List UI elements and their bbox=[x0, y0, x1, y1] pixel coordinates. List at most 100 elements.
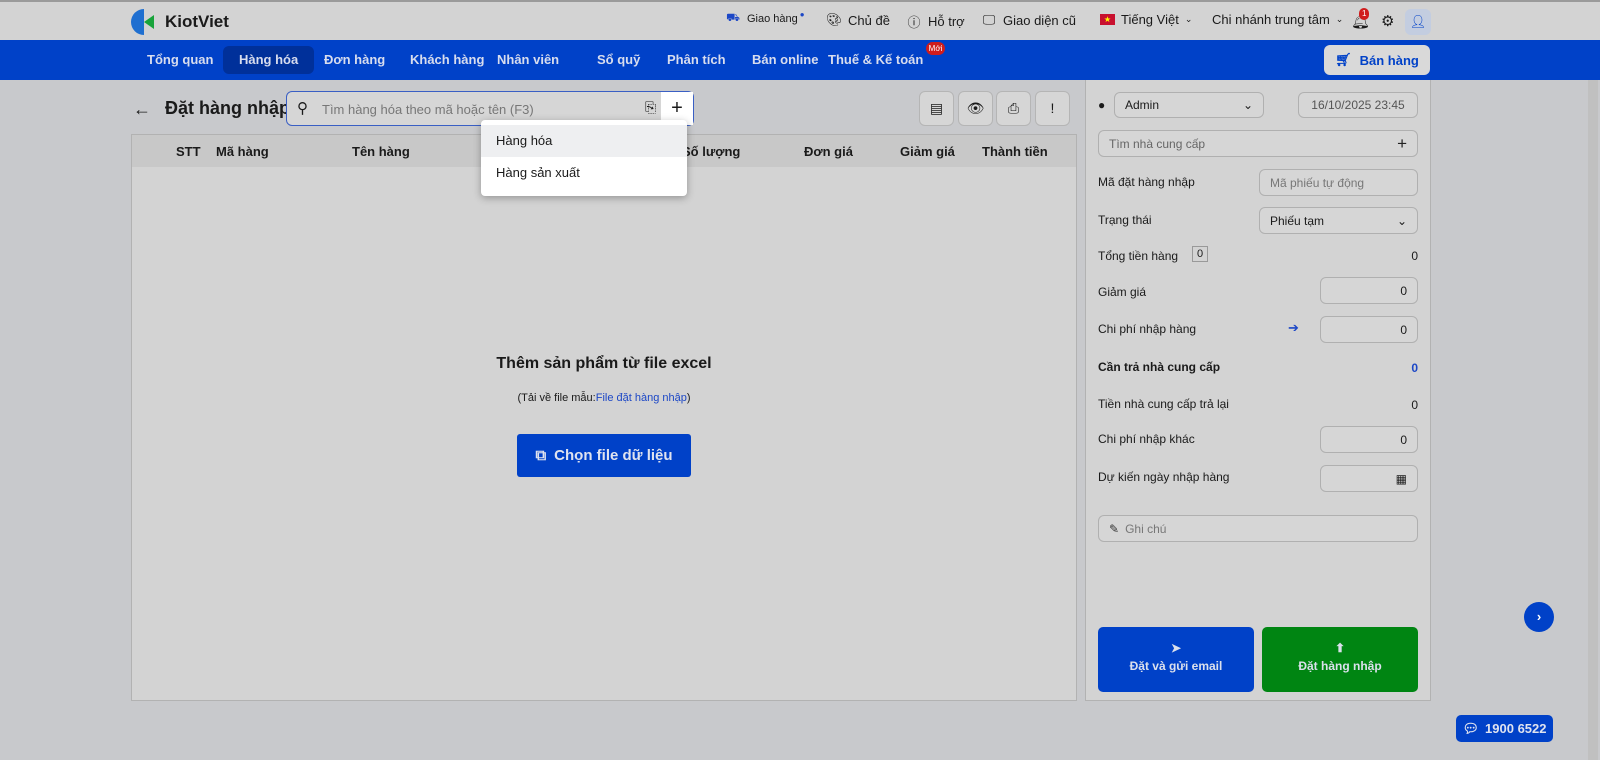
info-button[interactable]: ! bbox=[1035, 91, 1070, 126]
import-file-icon[interactable]: ⎘ bbox=[645, 99, 656, 116]
col-discount: Giảm giá bbox=[900, 144, 955, 159]
eye-icon: 👁︎ bbox=[966, 100, 985, 116]
scrollbar[interactable] bbox=[1588, 42, 1598, 760]
language-select[interactable]: ★ Tiếng Việt ⌄ bbox=[1100, 12, 1192, 27]
menu-item-manufactured[interactable]: Hàng sản xuất bbox=[481, 157, 687, 189]
add-supplier-icon[interactable]: + bbox=[1397, 134, 1407, 154]
col-code: Mã hàng bbox=[216, 144, 269, 159]
nav-cashbook[interactable]: Sổ quỹ bbox=[581, 46, 656, 74]
chevron-right-icon: › bbox=[1536, 609, 1542, 624]
kiotviet-logo-icon bbox=[131, 9, 157, 35]
total-value: 0 bbox=[1411, 249, 1418, 263]
theme-label: Chủ đề bbox=[848, 12, 890, 28]
template-prefix: (Tải về file mẫu: bbox=[517, 392, 596, 404]
total-label: Tổng tiền hàng bbox=[1098, 249, 1179, 263]
nav-staff[interactable]: Nhân viên bbox=[481, 46, 575, 74]
payable-label: Cần trả nhà cung cấp bbox=[1098, 360, 1221, 374]
delivery-link[interactable]: ⛟ Giao hàng ● bbox=[725, 9, 805, 26]
search-input[interactable]: Tìm hàng hóa theo mã hoặc tên (F3) bbox=[322, 102, 534, 117]
col-unit-price: Đơn giá bbox=[804, 144, 853, 159]
page-title: Đặt hàng nhập bbox=[165, 98, 290, 118]
sell-label: Bán hàng bbox=[1359, 52, 1419, 68]
notification-button[interactable]: 🔔︎ 1 bbox=[1351, 8, 1370, 30]
preview-button[interactable]: 👁︎ bbox=[958, 91, 993, 126]
support-link[interactable]: ⓘ Hỗ trợ bbox=[906, 12, 965, 31]
chat-icon: 💬︎ bbox=[1462, 720, 1480, 736]
nav-tax-accounting[interactable]: Thuế & Kế toán Mới bbox=[812, 42, 946, 74]
logo[interactable]: KiotViet bbox=[131, 9, 229, 35]
nav-analytics[interactable]: Phân tích bbox=[651, 46, 742, 74]
submit-order-button[interactable]: ⬆ Đặt hàng nhập bbox=[1262, 627, 1418, 692]
theme-link[interactable]: 🎨︎ Chủ đề bbox=[826, 12, 890, 28]
empty-title: Thêm sản phẩm từ file excel bbox=[496, 355, 712, 372]
datetime-field[interactable]: 16/10/2025 23:45 bbox=[1298, 92, 1418, 118]
dot-icon: ● bbox=[799, 9, 805, 19]
note-input[interactable]: ✎ Ghi chú bbox=[1098, 515, 1418, 542]
status-select[interactable]: Phiếu tạm ⌄ bbox=[1259, 207, 1418, 234]
paper-plane-icon: ➤ bbox=[1170, 641, 1182, 655]
old-ui-link[interactable]: 🖵 Giao diện cũ bbox=[981, 12, 1076, 28]
main-nav: Tổng quan Hàng hóa Đơn hàng Khách hàng N… bbox=[0, 40, 1600, 80]
new-badge: Mới bbox=[925, 42, 946, 55]
discount-label: Giảm giá bbox=[1098, 285, 1147, 299]
total-count: 0 bbox=[1192, 246, 1209, 262]
nav-tax-label: Thuế & Kế toán bbox=[828, 52, 924, 67]
other-cost-label: Chi phí nhập khác bbox=[1098, 432, 1195, 446]
col-total: Thành tiền bbox=[982, 144, 1048, 159]
order-send-email-button[interactable]: ➤ Đặt và gửi email bbox=[1098, 627, 1254, 692]
delivery-label: Giao hàng bbox=[747, 13, 798, 25]
template-download: (Tải về file mẫu:File đặt hàng nhập) bbox=[132, 392, 1076, 404]
truck-icon: ⛟ bbox=[726, 12, 740, 24]
import-cost-input[interactable]: 0 bbox=[1320, 316, 1418, 343]
code-label: Mã đặt hàng nhập bbox=[1098, 175, 1195, 189]
note-placeholder: Ghi chú bbox=[1125, 521, 1167, 536]
exclamation-icon: ! bbox=[1050, 100, 1055, 116]
calendar-icon: ▦ bbox=[1395, 471, 1407, 486]
payable-value: 0 bbox=[1411, 361, 1418, 375]
eta-date-input[interactable]: ▦ bbox=[1320, 465, 1418, 492]
supplier-placeholder: Tìm nhà cung cấp bbox=[1109, 136, 1206, 151]
vietnam-flag-icon: ★ bbox=[1100, 14, 1115, 25]
support-label: Hỗ trợ bbox=[928, 14, 965, 29]
arrow-right-icon[interactable]: ➔ bbox=[1288, 320, 1299, 336]
user-value: Admin bbox=[1125, 98, 1160, 112]
col-stt: STT bbox=[176, 144, 201, 159]
scanner-icon: ▤ bbox=[929, 100, 944, 116]
eta-label: Dự kiến ngày nhập hàng bbox=[1098, 470, 1230, 484]
barcode-settings-button[interactable]: ▤ bbox=[919, 91, 954, 126]
order-items-panel: STT Mã hàng Tên hàng Số lượng Đơn giá Gi… bbox=[131, 134, 1077, 701]
chat-alert-icon: ⓘ bbox=[907, 15, 921, 30]
hotline-button[interactable]: 💬︎ 1900 6522 bbox=[1456, 715, 1553, 742]
nav-products[interactable]: Hàng hóa bbox=[223, 46, 315, 74]
expand-button[interactable]: › bbox=[1524, 602, 1554, 632]
nav-overview[interactable]: Tổng quan bbox=[131, 46, 229, 74]
chevron-down-icon: ⌄ bbox=[1335, 14, 1344, 24]
nav-orders[interactable]: Đơn hàng bbox=[308, 46, 401, 74]
top-bar: KiotViet ⛟ Giao hàng ● 🎨︎ Chủ đề ⓘ Hỗ trợ 🖵 G… bbox=[0, 0, 1600, 40]
branch-select[interactable]: Chi nhánh trung tâm ⌄ bbox=[1212, 12, 1343, 27]
search-icon: ⚲ bbox=[297, 100, 308, 117]
user-select[interactable]: Admin ⌄ bbox=[1114, 92, 1264, 118]
import-cost-label: Chi phí nhập hàng bbox=[1098, 322, 1197, 336]
col-name: Tên hàng bbox=[352, 144, 410, 159]
choose-file-button[interactable]: ⧉ Chọn file dữ liệu bbox=[517, 434, 691, 477]
add-product-dropdown: Hàng hóa Hàng sản xuất bbox=[481, 120, 687, 196]
print-button[interactable]: ⎙ bbox=[996, 91, 1031, 126]
supplier-search[interactable]: Tìm nhà cung cấp + bbox=[1098, 130, 1418, 157]
sell-button[interactable]: 🛒︎ Bán hàng bbox=[1324, 45, 1430, 75]
refund-label: Tiền nhà cung cấp trả lại bbox=[1098, 397, 1229, 411]
order-side-panel: ● Admin ⌄ 16/10/2025 23:45 Tìm nhà cung c… bbox=[1085, 80, 1431, 701]
refund-value: 0 bbox=[1411, 398, 1418, 412]
avatar[interactable]: 👤︎ bbox=[1405, 9, 1431, 35]
menu-item-goods[interactable]: Hàng hóa bbox=[481, 125, 687, 157]
other-cost-input[interactable]: 0 bbox=[1320, 426, 1418, 453]
settings-button[interactable]: ⚙ bbox=[1381, 12, 1394, 30]
chevron-down-icon: ⌄ bbox=[1242, 98, 1253, 112]
back-arrow-icon[interactable]: ← bbox=[133, 99, 151, 120]
gear-icon: ⚙ bbox=[1381, 13, 1395, 30]
cart-icon: 🛒︎ bbox=[1335, 52, 1352, 67]
template-suffix: ) bbox=[686, 392, 691, 404]
template-link[interactable]: File đặt hàng nhập bbox=[596, 392, 687, 404]
discount-input[interactable]: 0 bbox=[1320, 277, 1418, 304]
order-code-input[interactable]: Mã phiếu tự động bbox=[1259, 169, 1418, 196]
